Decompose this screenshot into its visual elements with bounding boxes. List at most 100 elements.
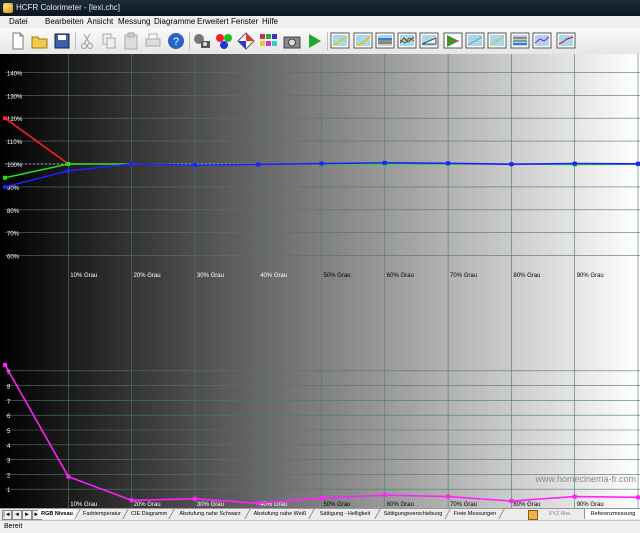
menu-erweitert[interactable]: Erweitert — [197, 17, 229, 26]
series-point — [636, 495, 640, 500]
rgb-levels-chart-icon[interactable] — [375, 31, 395, 51]
x-tick-label: 70% Grau — [450, 273, 477, 279]
menu-bearbeiten[interactable]: Bearbeiten — [45, 17, 84, 26]
referenzmessung-selector[interactable]: Referenzmessung — [584, 509, 640, 519]
cie-chart-icon[interactable] — [419, 31, 439, 51]
menu-hilfe[interactable]: Hilfe — [262, 17, 278, 26]
gray-gradient-background — [0, 54, 640, 508]
series-point — [3, 116, 7, 121]
series-point — [319, 161, 324, 166]
series-point — [319, 496, 324, 501]
series-point — [192, 163, 197, 168]
series-point — [446, 161, 451, 166]
new-file-icon[interactable] — [8, 31, 28, 51]
tab-cie-diagramm[interactable]: CIE Diagramm — [128, 509, 170, 519]
paste-icon[interactable] — [121, 31, 141, 51]
gamma-chart-icon[interactable] — [353, 31, 373, 51]
series-point — [256, 162, 261, 167]
print-icon[interactable] — [143, 31, 163, 51]
menu-datei[interactable]: Datei — [9, 17, 28, 26]
luminance-chart-icon[interactable] — [330, 31, 350, 51]
x-tick-label: 20% Grau — [134, 273, 161, 279]
cut-icon[interactable] — [77, 31, 97, 51]
watermark: www.homecinema-fr.com — [534, 474, 636, 484]
rgb-level-chart: 140%130%120%110%100%90%80%70%60%98765432… — [0, 54, 640, 508]
series-point — [509, 162, 514, 167]
y-tick-label: 60% — [7, 255, 20, 261]
series-point — [3, 175, 7, 180]
play-icon[interactable] — [304, 31, 324, 51]
status-text: Bereit — [4, 523, 23, 530]
y-tick-label: 140% — [7, 71, 23, 77]
save-disk-icon[interactable] — [52, 31, 72, 51]
tab-abstufung-nahe-weiss[interactable]: Abstufung nahe Weiß — [250, 509, 310, 519]
tab-first-button[interactable]: |◄ — [2, 510, 12, 520]
series-point — [66, 168, 71, 173]
menu-diagramme[interactable]: Diagramme — [154, 17, 195, 26]
x-tick-label: 10% Grau — [70, 273, 97, 279]
pattern-generator-icon[interactable] — [236, 31, 256, 51]
y-tick-label: 70% — [7, 232, 20, 238]
help-icon[interactable]: ? — [166, 31, 186, 51]
tab-abstufung-nahe-schwarz[interactable]: Abstufung nahe Schwarz — [174, 509, 246, 519]
window-title: HCFR Colorimeter - [lexi.chc] — [16, 3, 121, 12]
y-tick-label: 90% — [7, 186, 20, 192]
x-tick-label: 30% Grau — [197, 273, 224, 279]
x-tick-label: 80% Grau — [513, 273, 540, 279]
rgb-dots-icon[interactable] — [214, 31, 234, 51]
tab-next-button[interactable]: ► — [22, 510, 32, 520]
camera-icon[interactable] — [282, 31, 302, 51]
open-folder-icon[interactable] — [30, 31, 50, 51]
series-point — [192, 496, 197, 501]
tab-bar: |◄ ◄ ► ►| RGB Niveau Farbtemperatur CIE … — [0, 508, 640, 520]
svg-text:?: ? — [173, 36, 179, 48]
series-point — [129, 498, 134, 503]
measures-chart-icon[interactable] — [510, 31, 530, 51]
tab-saettigungsverschiebung[interactable]: Sättigungsverschiebung — [380, 509, 446, 519]
x-tick-label: 50% Grau — [324, 273, 351, 279]
color-checker-icon[interactable] — [258, 31, 278, 51]
tab-farbtemperatur[interactable]: Farbtemperatur — [80, 509, 124, 519]
near-white-chart-icon[interactable] — [487, 31, 507, 51]
saturation-chart-icon[interactable] — [443, 31, 463, 51]
menu-ansicht[interactable]: Ansicht — [87, 17, 113, 26]
tab-freie-messungen[interactable]: Freie Messungen — [450, 509, 500, 519]
status-bar: Bereit — [0, 520, 640, 533]
y-tick-label: 130% — [7, 94, 23, 100]
series-point — [3, 184, 7, 189]
levels-chart-icon[interactable] — [556, 31, 576, 51]
app-icon — [3, 3, 13, 13]
xyz-icon — [528, 510, 538, 520]
title-bar: HCFR Colorimeter - [lexi.chc] — [0, 0, 640, 16]
color-temp-chart-icon[interactable] — [397, 31, 417, 51]
toolbar: ? — [0, 28, 640, 55]
near-black-chart-icon[interactable] — [465, 31, 485, 51]
x-tick-label: 40% Grau — [260, 273, 287, 279]
sensor-config-icon[interactable] — [192, 31, 212, 51]
tab-saettigung-helligkeit[interactable]: Sättigung - Helligkeit — [314, 509, 376, 519]
tab-rgb-niveau[interactable]: RGB Niveau — [38, 509, 76, 519]
series-point — [66, 162, 71, 166]
menu-messung[interactable]: Messung — [118, 17, 150, 26]
series-point — [382, 160, 387, 165]
xyz-abs-toggle[interactable]: XYZ Abs. — [540, 509, 580, 519]
tab-prev-button[interactable]: ◄ — [12, 510, 22, 520]
series-point — [446, 494, 451, 499]
y-tick-label: 100% — [7, 163, 23, 169]
x-tick-label: 90% Grau — [577, 273, 604, 279]
y-tick-label: 80% — [7, 209, 20, 215]
series-point — [3, 362, 7, 367]
series-point — [509, 499, 514, 504]
series-point — [636, 161, 640, 166]
series-point — [572, 494, 577, 499]
series-point — [382, 493, 387, 498]
x-tick-label: 60% Grau — [387, 273, 414, 279]
xyz-chart-icon[interactable] — [532, 31, 552, 51]
menu-fenster[interactable]: Fenster — [231, 17, 258, 26]
series-point — [572, 161, 577, 166]
copy-icon[interactable] — [99, 31, 119, 51]
series-point — [256, 501, 261, 506]
series-point — [129, 162, 134, 166]
y-tick-label: 110% — [7, 140, 23, 146]
series-point — [66, 474, 71, 479]
